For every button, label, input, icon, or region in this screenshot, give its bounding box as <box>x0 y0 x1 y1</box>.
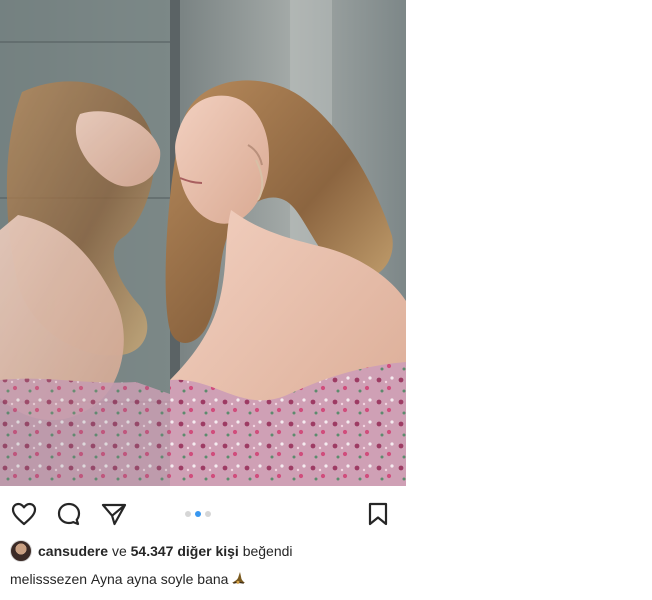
post-caption: melisssezen Ayna ayna soyle bana <box>10 568 246 590</box>
heart-outline-icon[interactable] <box>10 500 38 528</box>
likes-count[interactable]: 54.347 diğer kişi <box>131 543 239 559</box>
carousel-dot-2-active <box>195 511 201 517</box>
instagram-post: cansudere ve 54.347 diğer kişi beğendi m… <box>0 0 406 600</box>
likes-summary: cansudere ve 54.347 diğer kişi beğendi <box>10 540 293 562</box>
blank-area <box>406 0 652 600</box>
witch-hat-icon <box>230 571 246 587</box>
likes-connector: ve <box>111 543 127 559</box>
post-photo[interactable] <box>0 0 406 486</box>
carousel-dot-1 <box>185 511 191 517</box>
post-photo-image <box>0 0 406 486</box>
comment-bubble-icon[interactable] <box>55 500 83 528</box>
liker-avatar[interactable] <box>10 540 32 562</box>
caption-username[interactable]: melisssezen <box>10 571 87 587</box>
paper-plane-icon[interactable] <box>100 500 128 528</box>
post-action-bar <box>0 496 406 532</box>
carousel-indicator <box>185 510 211 518</box>
carousel-dot-3 <box>205 511 211 517</box>
bookmark-outline-icon[interactable] <box>364 500 392 528</box>
caption-text: Ayna ayna soyle bana <box>90 571 229 587</box>
likes-suffix: beğendi <box>242 543 293 559</box>
liker-username[interactable]: cansudere <box>38 543 108 559</box>
